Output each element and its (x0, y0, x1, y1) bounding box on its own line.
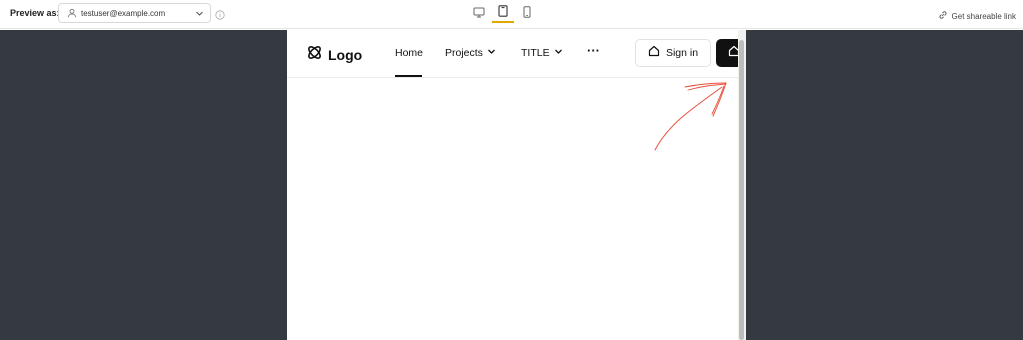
chevron-down-icon (193, 7, 205, 19)
logo-text: Logo (328, 47, 363, 63)
desktop-icon (473, 5, 485, 23)
nav-title-label: TITLE (521, 47, 550, 59)
preview-user-select[interactable]: testuser@example.com (58, 3, 211, 23)
sign-in-label: Sign in (665, 47, 699, 59)
get-shareable-link-label: Get shareable link (951, 11, 1016, 21)
nav-home[interactable]: Home (395, 47, 423, 59)
preview-scrollbar-thumb[interactable] (739, 40, 744, 340)
preview-user-value: testuser@example.com (81, 8, 166, 18)
chevron-down-icon (487, 47, 496, 59)
link-icon (938, 7, 948, 25)
user-icon (65, 6, 79, 20)
preview-toolbar: Preview as: testuser@example.com Get sha… (0, 0, 1023, 29)
logo-icon (306, 44, 323, 66)
tablet-view-button[interactable] (492, 4, 514, 23)
nav-title[interactable]: TITLE (521, 47, 563, 59)
more-menu-icon[interactable]: ··· (587, 43, 600, 58)
phone-icon (523, 5, 531, 23)
desktop-view-button[interactable] (468, 4, 490, 23)
sign-in-button[interactable]: Sign in (635, 39, 711, 67)
home-icon (648, 44, 660, 62)
chevron-down-icon (554, 47, 563, 59)
nav-home-active-indicator (395, 75, 422, 77)
site-logo[interactable]: Logo (306, 44, 362, 66)
site-navbar: Logo Home Projects TITLE ··· Sign in (287, 30, 746, 78)
info-icon[interactable] (215, 7, 225, 20)
nav-projects[interactable]: Projects (445, 47, 496, 59)
annotation-arrow (654, 82, 727, 151)
nav-home-label: Home (395, 47, 424, 59)
preview-as-label: Preview as: (10, 8, 60, 18)
get-shareable-link-button[interactable]: Get shareable link (938, 7, 1016, 25)
nav-projects-label: Projects (445, 47, 483, 59)
tablet-icon (498, 4, 508, 22)
mobile-view-button[interactable] (516, 4, 538, 23)
